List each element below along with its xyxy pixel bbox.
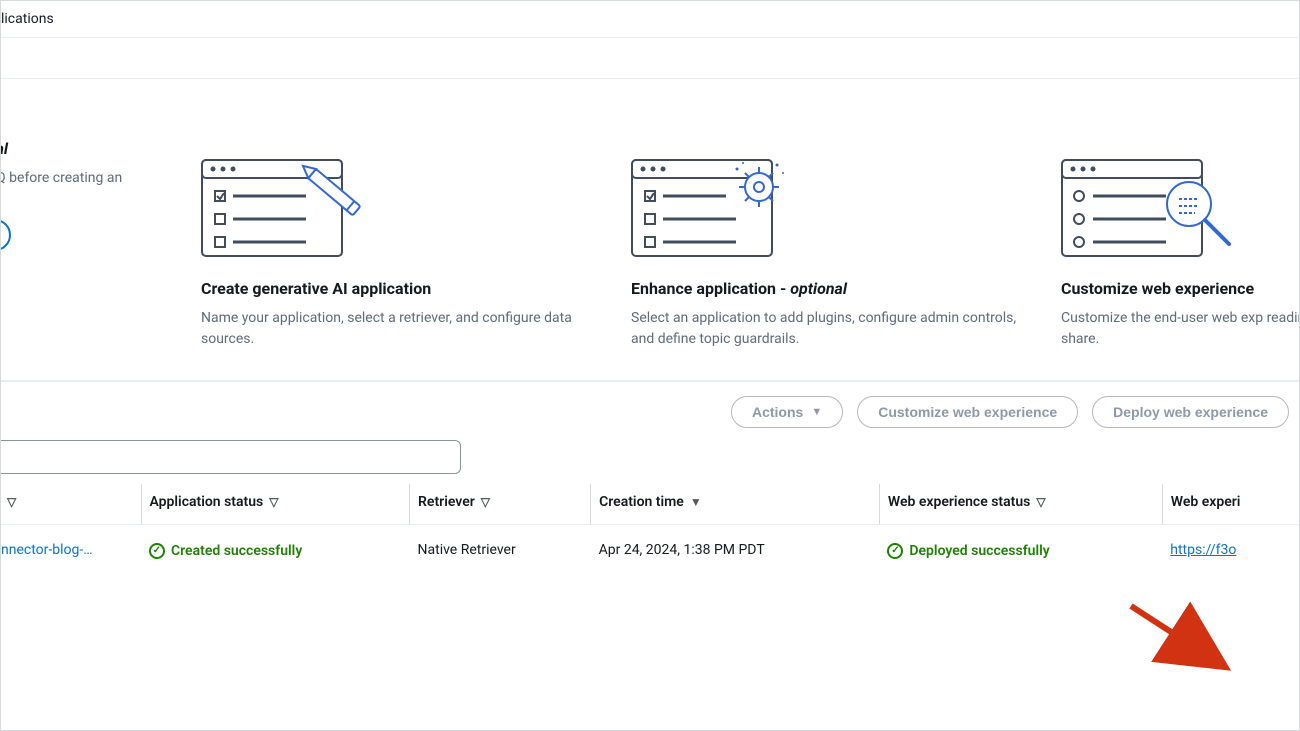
step-enhance-illustration [631,139,1021,259]
applications-list-panel: Actions ▼ Customize web experience Deplo… [1,381,1299,575]
web-status-badge: ✓ Deployed successfully [887,543,1049,559]
col-retriever[interactable]: Retriever▽ [410,484,591,525]
step-create-desc: Name your application, select a retrieve… [201,308,591,350]
annotation-arrow-icon [1126,601,1236,681]
retriever-cell: Native Retriever [410,525,591,575]
step-create-illustration [201,139,591,259]
step-enhance: Enhance application - optional Select an… [631,139,1021,350]
try-launch-button[interactable]: n [0,219,11,251]
col-web-url[interactable]: Web experi [1162,484,1299,525]
actions-dropdown[interactable]: Actions ▼ [731,396,843,428]
check-circle-icon: ✓ [149,543,165,559]
sort-icon: ▽ [481,495,490,509]
step-try-title: - optional [0,139,161,158]
customize-web-exp-button[interactable]: Customize web experience [857,396,1078,428]
chevron-down-icon: ▼ [811,406,822,418]
breadcrumb-current: lications [1,11,54,27]
app-status-badge: ✓ Created successfully [149,543,302,559]
search-applications-input[interactable] [0,440,461,474]
how-it-works-panel: - optional Amazon Q before creating an n [1,78,1299,381]
step-create-title: Create generative AI application [201,279,591,298]
app-name-link[interactable]: nnector-blog-… [1,542,93,558]
applications-table: ▽ Application status▽ Retriever▽ Creatio… [1,484,1299,575]
step-customize-title: Customize web experience [1061,279,1300,298]
step-create: Create generative AI application Name yo… [201,139,591,350]
col-creation-time[interactable]: Creation time▼ [591,484,880,525]
sort-icon: ▼ [690,495,702,509]
deploy-web-exp-button[interactable]: Deploy web experience [1092,396,1289,428]
breadcrumb: lications [1,1,1299,38]
web-experience-url-link[interactable]: https://f3o [1170,542,1236,558]
step-try-desc: Amazon Q before creating an [0,168,161,189]
step-customize-illustration [1061,139,1300,259]
step-customize: Customize web experience Customize the e… [1061,139,1300,350]
table-row[interactable]: nnector-blog-… ✓ Created successfully Na… [1,525,1299,575]
col-name[interactable]: ▽ [1,484,141,525]
sort-icon: ▽ [269,495,278,509]
sort-icon: ▽ [1036,495,1045,509]
sort-icon: ▽ [7,495,16,509]
col-web-status[interactable]: Web experience status▽ [879,484,1162,525]
step-enhance-desc: Select an application to add plugins, co… [631,308,1021,350]
step-try: - optional Amazon Q before creating an n [0,139,161,350]
check-circle-icon: ✓ [887,543,903,559]
step-customize-desc: Customize the end-user web exp readiness… [1061,308,1300,350]
step-enhance-title: Enhance application - optional [631,279,1021,298]
creation-time-cell: Apr 24, 2024, 1:38 PM PDT [591,525,880,575]
col-app-status[interactable]: Application status▽ [141,484,410,525]
